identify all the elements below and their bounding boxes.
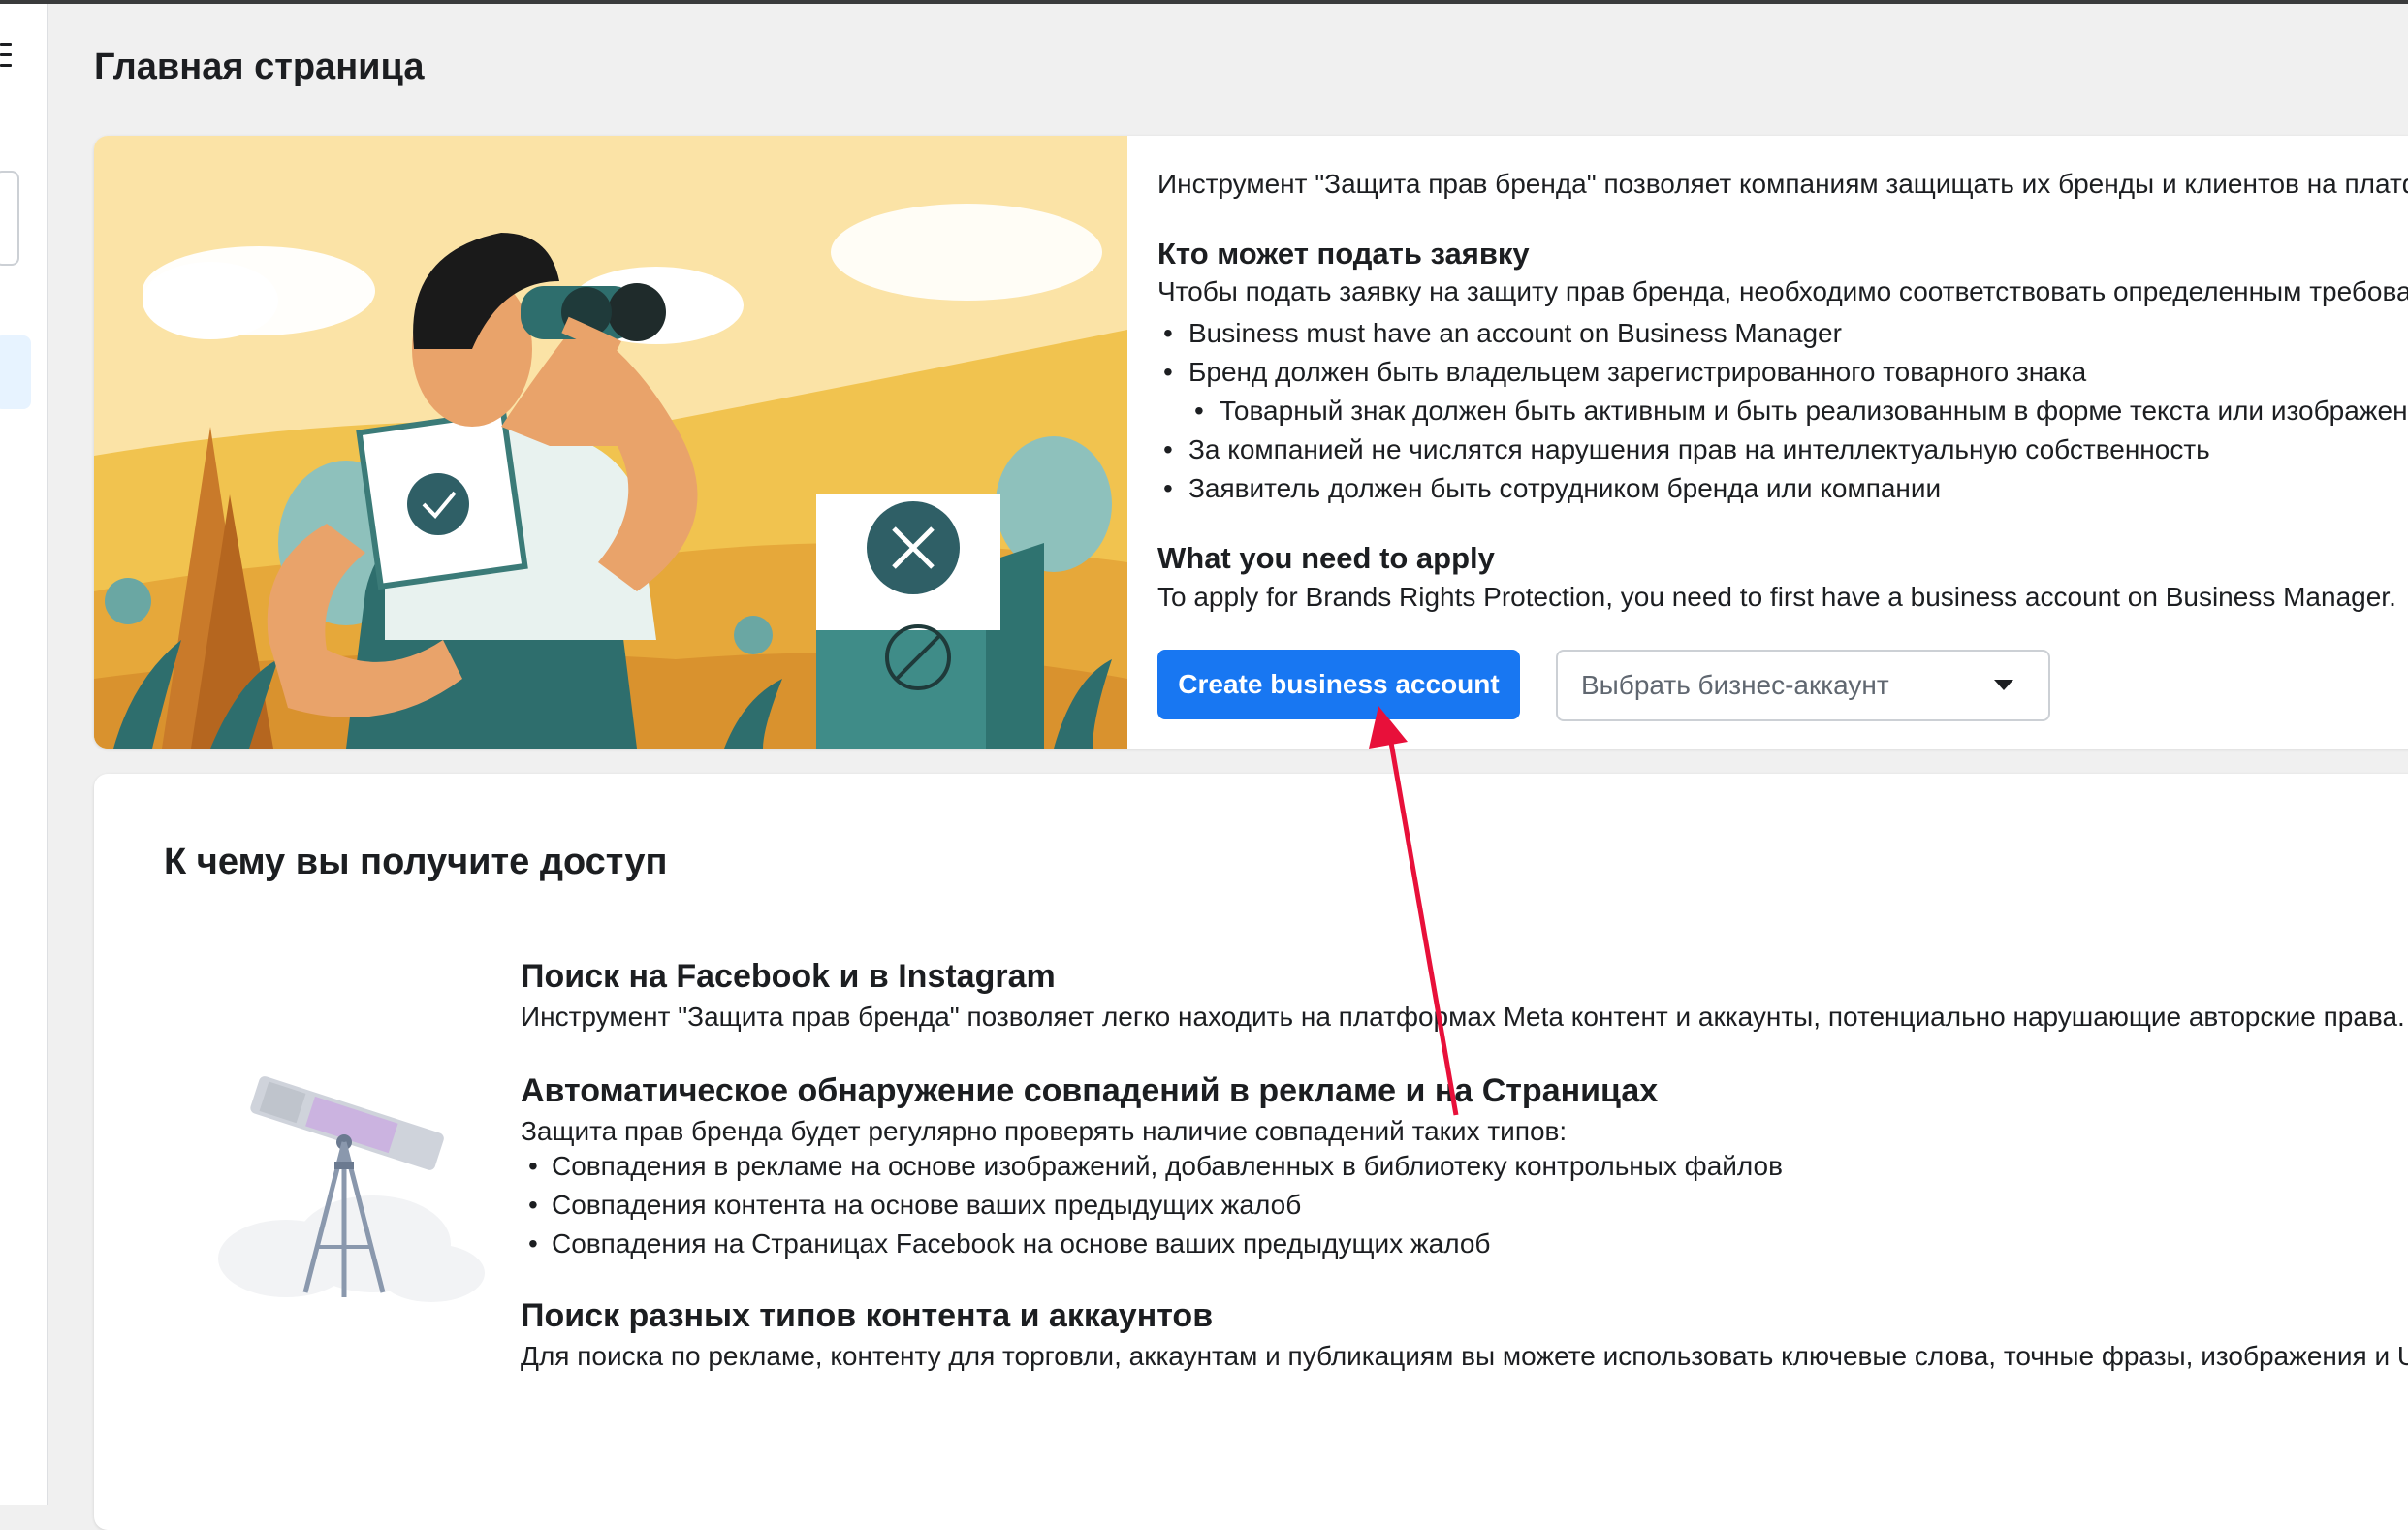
- what-you-need-heading: What you need to apply: [1157, 541, 1495, 575]
- who-can-apply-heading: Кто может подать заявку: [1157, 237, 1530, 271]
- requirements-intro: Чтобы подать заявку на защиту прав бренд…: [1157, 276, 2408, 306]
- intro-text: Инструмент "Защита прав бренда" позволяе…: [1157, 169, 2408, 199]
- requirements-list: Business must have an account on Busines…: [1157, 314, 2408, 508]
- feature-content-search: Поиск разных типов контента и аккаунтов …: [521, 1297, 2408, 1372]
- sidebar-search-box[interactable]: [0, 171, 19, 266]
- list-item: Совпадения в рекламе на основе изображен…: [521, 1147, 1783, 1186]
- feature-text: Инструмент "Защита прав бренда" позволяе…: [521, 1002, 2405, 1032]
- caret-down-icon: [1994, 680, 2013, 690]
- select-placeholder: Выбрать бизнес-аккаунт: [1581, 670, 1889, 700]
- sidebar-item-active[interactable]: [0, 335, 31, 409]
- business-account-select[interactable]: Выбрать бизнес-аккаунт: [1556, 650, 2050, 721]
- list-item: За компанией не числятся нарушения прав …: [1157, 430, 2408, 469]
- list-item: Business must have an account on Busines…: [1157, 314, 2408, 353]
- feature-auto-detection: Автоматическое обнаружение совпадений в …: [521, 1072, 1783, 1263]
- create-business-account-button[interactable]: Create business account: [1157, 650, 1520, 719]
- list-item: Совпадения контента на основе ваших пред…: [521, 1186, 1783, 1225]
- access-card: К чему вы получите доступ Поиск на Faceb…: [94, 774, 2408, 1530]
- list-item: Бренд должен быть владельцем зарегистрир…: [1157, 353, 2408, 392]
- hamburger-icon[interactable]: [0, 41, 12, 70]
- list-item: Совпадения на Страницах Facebook на осно…: [521, 1225, 1783, 1263]
- window-top-border: [0, 0, 2408, 4]
- feature-title: Автоматическое обнаружение совпадений в …: [521, 1072, 1659, 1109]
- list-item-sub: Товарный знак должен быть активным и быт…: [1157, 392, 2408, 430]
- feature-title: Поиск на Facebook и в Instagram: [521, 958, 1056, 995]
- feature-title: Поиск разных типов контента и аккаунтов: [521, 1297, 1214, 1334]
- hero-card: Инструмент "Защита прав бренда" позволяе…: [94, 136, 2408, 749]
- page-title: Главная страница: [94, 47, 425, 87]
- left-sidebar: [0, 4, 48, 1505]
- feature-list: Совпадения в рекламе на основе изображен…: [521, 1147, 1783, 1263]
- feature-text: Для поиска по рекламе, контенту для торг…: [521, 1341, 2408, 1371]
- what-you-need-text: To apply for Brands Rights Protection, y…: [1157, 582, 2396, 612]
- access-title: К чему вы получите доступ: [164, 842, 668, 882]
- feature-text: Защита прав бренда будет регулярно прове…: [521, 1116, 1568, 1146]
- binoculars-illustration: [94, 136, 1127, 749]
- telescope-illustration: [218, 1076, 485, 1302]
- list-item: Заявитель должен быть сотрудником бренда…: [1157, 469, 2408, 508]
- feature-search: Поиск на Facebook и в Instagram Инструме…: [521, 958, 2405, 1033]
